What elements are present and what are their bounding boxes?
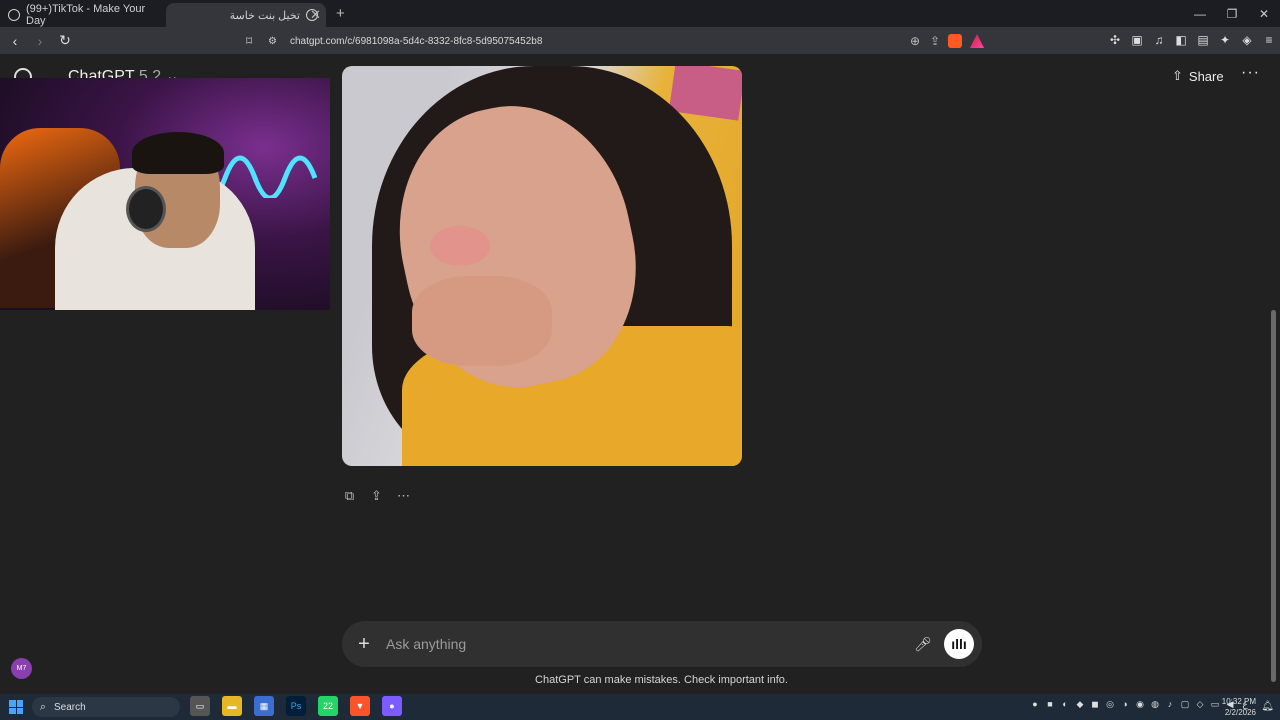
- brave-shields-icon[interactable]: [948, 34, 962, 48]
- store-icon[interactable]: ▦: [254, 696, 274, 716]
- network-icon[interactable]: ◇: [1195, 699, 1205, 711]
- new-tab-button[interactable]: +: [336, 5, 345, 22]
- whatsapp-icon[interactable]: 22: [318, 696, 338, 716]
- site-info-icon[interactable]: ⚙: [268, 36, 290, 47]
- zoom-icon[interactable]: ⊕: [910, 34, 920, 48]
- display-icon[interactable]: ▭: [1210, 699, 1220, 711]
- tray-app-icon[interactable]: ▢: [1180, 699, 1190, 711]
- tray-app-icon[interactable]: ■: [1045, 699, 1055, 711]
- system-tray: ● ■ ◐ ◆ ◼ ◎ ◑ ◉ ◍ ♪ ▢ ◇ ▭ ◀ ع: [1030, 699, 1250, 711]
- image-hand: [412, 276, 552, 366]
- prompt-input[interactable]: Ask anything: [386, 636, 908, 652]
- more-options-icon[interactable]: ···: [1241, 64, 1260, 82]
- window-controls: — ❐ ✕: [1184, 0, 1280, 27]
- extension-icons: ✣ ▣ ♫ ◧ ▤ ✦ ◈ ≡: [1108, 33, 1276, 47]
- plus-icon[interactable]: +: [342, 633, 386, 656]
- scrollbar[interactable]: [1271, 310, 1276, 682]
- avatar[interactable]: M7: [11, 658, 32, 679]
- brave-taskbar-icon[interactable]: ▼: [350, 696, 370, 716]
- wallet-icon[interactable]: ▤: [1196, 33, 1210, 47]
- taskbar-search[interactable]: ⌕ Search: [32, 697, 180, 717]
- clock[interactable]: 10:32 PM 2/2/2026: [1222, 696, 1256, 718]
- restore-button[interactable]: ❐: [1216, 7, 1248, 21]
- tiktok-icon: [8, 9, 20, 21]
- tray-app-icon[interactable]: ◎: [1105, 699, 1115, 711]
- copy-icon[interactable]: ⧉: [342, 488, 357, 503]
- streamer-hair: [132, 132, 224, 174]
- photoshop-icon[interactable]: Ps: [286, 696, 306, 716]
- music-icon[interactable]: ♫: [1152, 33, 1166, 47]
- app-icon[interactable]: ●: [382, 696, 402, 716]
- tray-mic-icon[interactable]: ♪: [1165, 699, 1175, 711]
- brave-rewards-icon[interactable]: [970, 34, 984, 48]
- tab-bar: (99+)TikTok - Make Your Day تخيل بنت خاس…: [0, 0, 1280, 27]
- close-tab-icon[interactable]: ✕: [310, 7, 321, 23]
- discord-icon[interactable]: ◐: [1060, 699, 1070, 711]
- forward-icon[interactable]: ›: [30, 33, 50, 49]
- bookmark-icon[interactable]: ⌑: [246, 34, 268, 48]
- tray-app-icon[interactable]: ◍: [1150, 699, 1160, 711]
- search-icon: ⌕: [39, 700, 47, 713]
- share-button[interactable]: ⇧ Share: [1172, 68, 1224, 84]
- tray-app-icon[interactable]: ◼: [1090, 699, 1100, 711]
- start-button[interactable]: [9, 700, 23, 714]
- generated-image[interactable]: [342, 66, 742, 466]
- background-sign: [668, 66, 742, 121]
- share-icon: ⇧: [1172, 68, 1183, 83]
- task-view-icon[interactable]: ▭: [190, 696, 210, 716]
- tray-mic-icon[interactable]: ●: [1030, 699, 1040, 711]
- tab-label: (99+)TikTok - Make Your Day: [26, 3, 146, 27]
- tab-chatgpt[interactable]: تخيل بنت خاسة ✕: [166, 3, 326, 27]
- tab-label: تخيل بنت خاسة: [229, 9, 300, 22]
- disclaimer-text: ChatGPT can make mistakes. Check importa…: [535, 674, 788, 686]
- tab-tiktok[interactable]: (99+)TikTok - Make Your Day: [0, 3, 166, 27]
- headset-icon: [126, 186, 166, 232]
- tray-whatsapp-icon[interactable]: ◉: [1135, 699, 1145, 711]
- taskbar-apps: ▭ ▬ ▦ Ps 22 ▼ ●: [190, 696, 402, 716]
- notification-bell-icon[interactable]: 🔔︎: [1261, 701, 1274, 712]
- reload-icon[interactable]: ↻: [55, 32, 75, 49]
- close-window-button[interactable]: ✕: [1248, 7, 1280, 21]
- tray-app-icon[interactable]: ◑: [1120, 699, 1130, 711]
- tray-app-icon[interactable]: ◆: [1075, 699, 1085, 711]
- upload-icon[interactable]: ⇪: [369, 488, 384, 503]
- extensions-icon[interactable]: ✣: [1108, 33, 1122, 47]
- sidebar-icon[interactable]: ◧: [1174, 33, 1188, 47]
- address-bar[interactable]: ⌑ ⚙ chatgpt.com/c/6981098a-5d4c-8332-8fc…: [246, 30, 992, 52]
- webcam-overlay: [0, 78, 330, 310]
- image-cheek: [430, 226, 490, 266]
- vpn-icon[interactable]: ◈: [1240, 33, 1254, 47]
- browser-toolbar: ‹ › ↻ ⌑ ⚙ chatgpt.com/c/6981098a-5d4c-83…: [0, 27, 1280, 54]
- minimize-button[interactable]: —: [1184, 7, 1216, 21]
- url-text[interactable]: chatgpt.com/c/6981098a-5d4c-8332-8fc8-5d…: [290, 36, 542, 47]
- more-icon[interactable]: ⋯: [396, 488, 411, 503]
- share-page-icon[interactable]: ⇪: [930, 34, 940, 48]
- image-actions: ⧉ ⇪ ⋯: [342, 488, 411, 503]
- leo-icon[interactable]: ✦: [1218, 33, 1232, 47]
- chat-page: ChatGPT 5.2 ⌄ ⇧ Share ··· ⧉ ⇪ ⋯ + Ask an…: [0, 54, 1280, 694]
- windows-taskbar: ⌕ Search ▭ ▬ ▦ Ps 22 ▼ ● ● ■ ◐ ◆ ◼ ◎ ◑ ◉…: [0, 694, 1280, 720]
- menu-icon[interactable]: ≡: [1262, 33, 1276, 47]
- mic-icon[interactable]: 🎤︎: [908, 636, 938, 653]
- voice-mode-button[interactable]: ıllı: [944, 629, 974, 659]
- back-icon[interactable]: ‹: [5, 33, 25, 49]
- screenshot-icon[interactable]: ▣: [1130, 33, 1144, 47]
- prompt-composer: + Ask anything 🎤︎ ıllı: [342, 621, 982, 667]
- file-explorer-icon[interactable]: ▬: [222, 696, 242, 716]
